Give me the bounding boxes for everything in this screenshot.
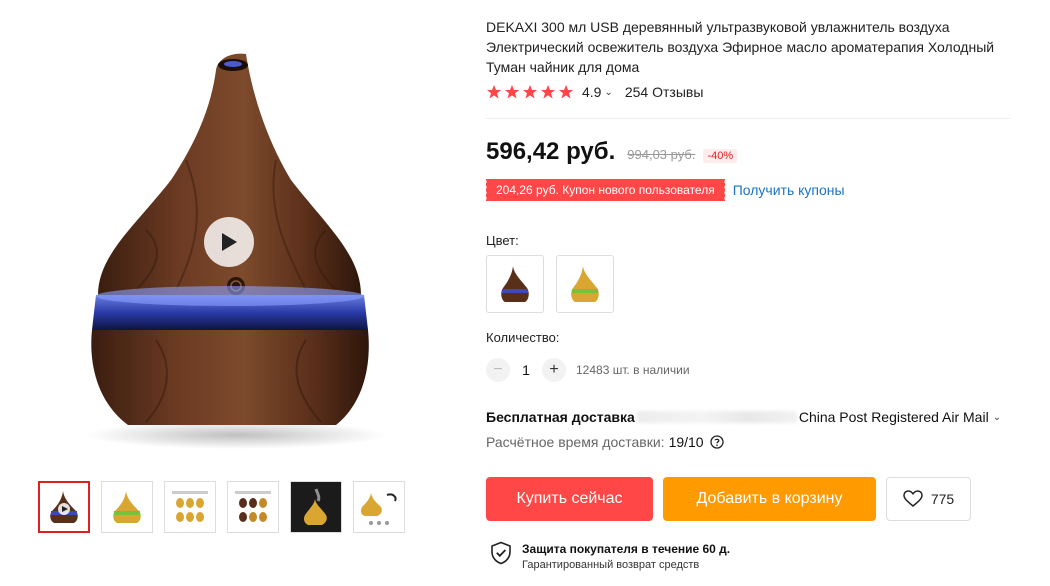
old-price: 994,03 руб. (627, 147, 696, 162)
shipping-carrier-select[interactable]: China Post Registered Air Mail (799, 409, 989, 425)
video-play-button[interactable] (204, 217, 254, 267)
rating-value: 4.9 (582, 84, 602, 100)
thumbnail-dark-humidifier-image (50, 491, 78, 523)
product-title: DEKAXI 300 мл USB деревянный ультразвуко… (486, 19, 995, 75)
thumbnail-3[interactable] (164, 481, 216, 533)
action-buttons: Купить сейчас Добавить в корзину 775 (486, 477, 971, 521)
star-icon (541, 85, 555, 99)
heart-icon (903, 490, 923, 507)
quantity-value[interactable]: 1 (510, 362, 542, 378)
thumbnail-accessories-image (361, 493, 397, 525)
coupon-row: 204,26 руб. Купон нового пользователя По… (485, 179, 845, 201)
stock-count: 12483 шт. в наличии (576, 363, 690, 377)
color-options (486, 255, 614, 313)
quantity-label: Количество: (486, 330, 560, 345)
blurred-destination (636, 411, 797, 423)
divider (486, 118, 1010, 119)
protection-subtitle: Гарантированный возврат средств (522, 559, 700, 571)
delivery-eta-value: 19/10 (668, 434, 704, 450)
star-icon (505, 85, 519, 99)
thumbnail-strip (38, 481, 405, 533)
dark-wood-swatch-image (501, 266, 529, 302)
wishlist-button[interactable]: 775 (886, 477, 971, 521)
thumbnail-1[interactable] (38, 481, 90, 533)
shield-check-icon (491, 541, 511, 565)
free-shipping-label: Бесплатная доставка (486, 409, 635, 425)
discount-badge: -40% (703, 149, 738, 163)
color-option-light-wood[interactable] (556, 255, 614, 313)
quantity-stepper: − 1 + 12483 шт. в наличии (486, 358, 690, 382)
main-product-image[interactable] (36, 10, 426, 460)
add-to-cart-button[interactable]: Добавить в корзину (663, 477, 876, 521)
color-label: Цвет: (486, 233, 519, 248)
color-option-dark-wood[interactable] (486, 255, 544, 313)
star-icon (523, 85, 537, 99)
buyer-protection: Защита покупателя в течение 60 д. Гарант… (490, 541, 730, 573)
buy-now-button[interactable]: Купить сейчас (486, 477, 653, 521)
thumbnail-variants-image (235, 491, 271, 522)
chevron-down-icon: ⌄ (604, 86, 613, 98)
star-icon (559, 85, 573, 99)
wishlist-count: 775 (930, 491, 955, 507)
protection-title: Защита покупателя в течение 60 д. (522, 542, 731, 556)
thumbnail-color-options-image (172, 491, 208, 522)
price-row: 596,42 руб. 994,03 руб. -40% (486, 138, 738, 166)
star-icon (487, 85, 501, 99)
quantity-plus-button[interactable]: + (542, 358, 566, 382)
thumbnail-6[interactable] (353, 481, 405, 533)
get-coupons-link[interactable]: Получить купоны (733, 182, 845, 198)
chevron-down-icon[interactable]: ⌄ (993, 412, 1001, 423)
delivery-eta-label: Расчётное время доставки: (486, 434, 665, 450)
rating-row[interactable]: 4.9 ⌄ 254 Отзывы (486, 83, 703, 101)
thumbnail-2[interactable] (101, 481, 153, 533)
thumbnail-4[interactable] (227, 481, 279, 533)
reviews-link[interactable]: 254 Отзывы (625, 84, 704, 100)
play-icon (222, 233, 237, 251)
light-wood-swatch-image (571, 266, 599, 302)
delivery-eta-row: Расчётное время доставки: 19/10 (486, 434, 724, 450)
quantity-minus-button[interactable]: − (486, 358, 510, 382)
thumbnail-light-humidifier-image (113, 491, 141, 523)
current-price: 596,42 руб. (486, 138, 616, 165)
rating-stars (486, 84, 574, 100)
shipping-row: Бесплатная доставка China Post Registere… (486, 409, 1001, 425)
thumbnail-5[interactable] (290, 481, 342, 533)
thumbnail-mist-image (304, 488, 327, 525)
help-icon[interactable] (709, 435, 724, 449)
coupon-badge: 204,26 руб. Купон нового пользователя (485, 179, 726, 201)
